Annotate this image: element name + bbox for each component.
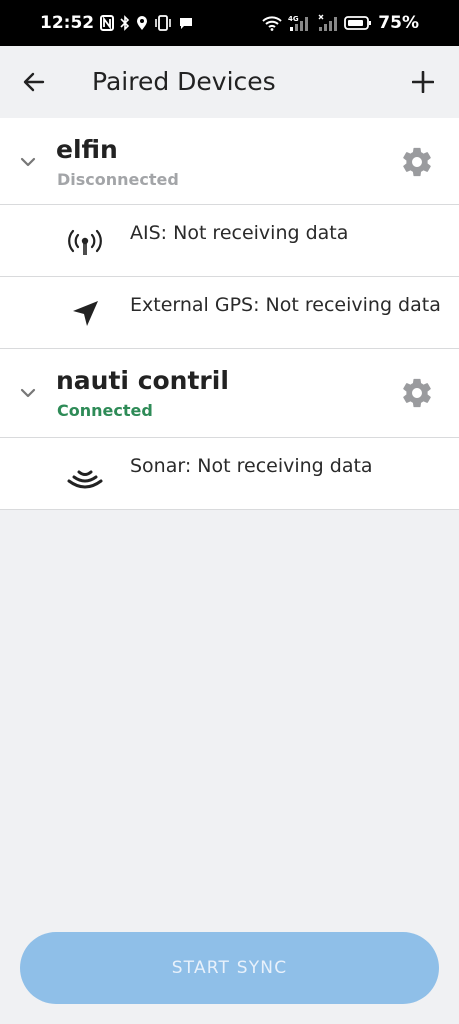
clock: 12:52 xyxy=(40,13,95,33)
status-bar-left: 12:52 xyxy=(40,13,194,33)
gear-icon[interactable] xyxy=(400,376,434,410)
location-icon xyxy=(136,15,148,31)
svg-text:4G: 4G xyxy=(288,15,299,23)
chat-bubble-icon xyxy=(178,15,194,31)
status-bar: 12:52 4G 75% xyxy=(0,0,459,46)
chevron-down-icon[interactable] xyxy=(18,383,38,403)
device-name: nauti contril xyxy=(56,366,229,395)
start-sync-button[interactable]: START SYNC xyxy=(20,932,439,1004)
page-title: Paired Devices xyxy=(92,67,276,96)
device-header-elfin[interactable]: elfin Disconnected xyxy=(0,118,459,205)
sensor-row-external-gps[interactable]: External GPS: Not receiving data xyxy=(0,277,459,349)
nfc-icon xyxy=(100,15,115,31)
vibrate-icon xyxy=(154,15,172,31)
battery-percent: 75% xyxy=(378,13,419,33)
device-name: elfin xyxy=(56,135,118,164)
device-header-nauti-contril[interactable]: nauti contril Connected xyxy=(0,349,459,438)
app-bar: Paired Devices xyxy=(0,46,459,118)
antenna-broadcast-icon xyxy=(66,223,104,261)
status-bar-right: 4G 75% xyxy=(262,13,419,33)
navigation-arrow-icon xyxy=(66,295,104,333)
chevron-down-icon[interactable] xyxy=(18,152,38,172)
sensor-label: Sonar: Not receiving data xyxy=(130,455,373,477)
gear-icon[interactable] xyxy=(400,145,434,179)
sensor-row-ais[interactable]: AIS: Not receiving data xyxy=(0,205,459,277)
sensor-label: AIS: Not receiving data xyxy=(130,222,349,244)
back-button[interactable] xyxy=(18,66,50,98)
add-device-button[interactable] xyxy=(407,66,439,98)
sonar-waves-icon xyxy=(66,456,104,494)
sensor-label: External GPS: Not receiving data xyxy=(130,294,441,316)
plus-icon xyxy=(412,71,434,93)
battery-icon xyxy=(344,15,372,31)
bluetooth-icon xyxy=(120,15,130,31)
device-status: Connected xyxy=(57,401,153,420)
wifi-icon xyxy=(262,15,282,31)
arrow-left-icon xyxy=(23,72,45,92)
device-status: Disconnected xyxy=(57,170,179,189)
sensor-row-sonar[interactable]: Sonar: Not receiving data xyxy=(0,438,459,510)
signal-4g-icon: 4G xyxy=(288,14,312,32)
signal-no-service-icon xyxy=(318,14,338,32)
device-list: elfin Disconnected AIS: Not receiving da… xyxy=(0,118,459,510)
